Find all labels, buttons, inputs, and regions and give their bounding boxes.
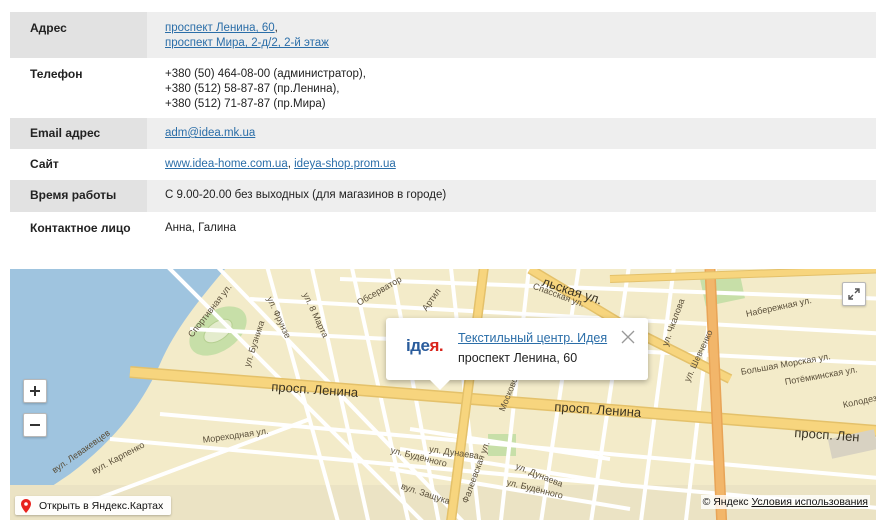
expand-icon [848,288,860,300]
logo-accent: я. [429,336,444,355]
person-label: Контактное лицо [30,221,131,235]
address-link-mira[interactable]: проспект Мира, 2-д/2, 2-й этаж [165,37,329,49]
contacts-table: Адрес проспект Ленина, 60, проспект Мира… [10,12,876,244]
address-row: Адрес проспект Ленина, 60, проспект Мира… [10,12,876,58]
copyright-text: © Яндекс [702,496,749,508]
phone-line: +380 (512) 58-87-87 (пр.Ленина), [165,83,340,95]
zoom-out-button[interactable] [23,413,47,437]
plus-icon [30,386,40,396]
address-separator: , [274,22,278,34]
open-in-yandex-label: Открыть в Яндекс.Картах [39,499,164,512]
yandex-map[interactable]: просп. Ленина просп. Ленина просп. Лен л… [10,269,876,520]
terms-link[interactable]: Условия использования [751,496,868,508]
phone-line: +380 (50) 464-08-00 (администратор), [165,68,366,80]
phone-line: +380 (512) 71-87-87 (пр.Мира) [165,98,326,110]
place-title-link[interactable]: Текстильный центр. Идея [458,331,607,345]
site-link-idea-home[interactable]: www.idea-home.com.ua [165,158,288,170]
place-address: проспект Ленина, 60 [458,351,578,365]
open-in-yandex-maps-button[interactable]: Открыть в Яндекс.Картах [15,496,172,515]
zoom-in-button[interactable] [23,379,47,403]
place-balloon: iдея. Текстильный центр. Идея проспект Л… [386,318,648,390]
person-value: Анна, Галина [165,222,237,234]
hours-label: Время работы [10,180,147,212]
logo-main: iде [406,336,430,355]
hours-value: С 9.00-20.00 без выходных (для магазинов… [147,180,876,212]
email-value: adm@idea.mk.ua [147,118,876,149]
site-value: www.idea-home.com.ua, ideya-shop.prom.ua [147,149,876,180]
email-label: Email адрес [10,118,147,149]
close-icon[interactable] [620,329,636,345]
minus-icon [30,424,40,426]
idea-logo: iдея. [406,336,444,356]
site-label: Сайт [30,157,59,171]
address-link-lenina[interactable]: проспект Ленина, 60 [165,22,275,34]
phone-label: Телефон [30,67,83,81]
address-label: Адрес [10,12,147,58]
map-base [10,269,876,520]
site-link-ideya-shop[interactable]: ideya-shop.prom.ua [294,158,396,170]
email-row: Email адрес adm@idea.mk.ua [10,118,876,149]
site-row: Сайт www.idea-home.com.ua, ideya-shop.pr… [10,149,876,180]
email-link[interactable]: adm@idea.mk.ua [165,127,255,139]
fullscreen-button[interactable] [842,282,866,306]
map-copyright: © Яндекс Условия использования [700,495,870,509]
person-row: Контактное лицо Анна, Галина [10,212,876,244]
hours-row: Время работы С 9.00-20.00 без выходных (… [10,180,876,212]
address-value: проспект Ленина, 60, проспект Мира, 2-д/… [147,12,876,58]
phone-row: Телефон +380 (50) 464-08-00 (администрат… [10,58,876,118]
map-pin-icon [21,498,31,513]
phone-value: +380 (50) 464-08-00 (администратор), +38… [147,58,876,118]
